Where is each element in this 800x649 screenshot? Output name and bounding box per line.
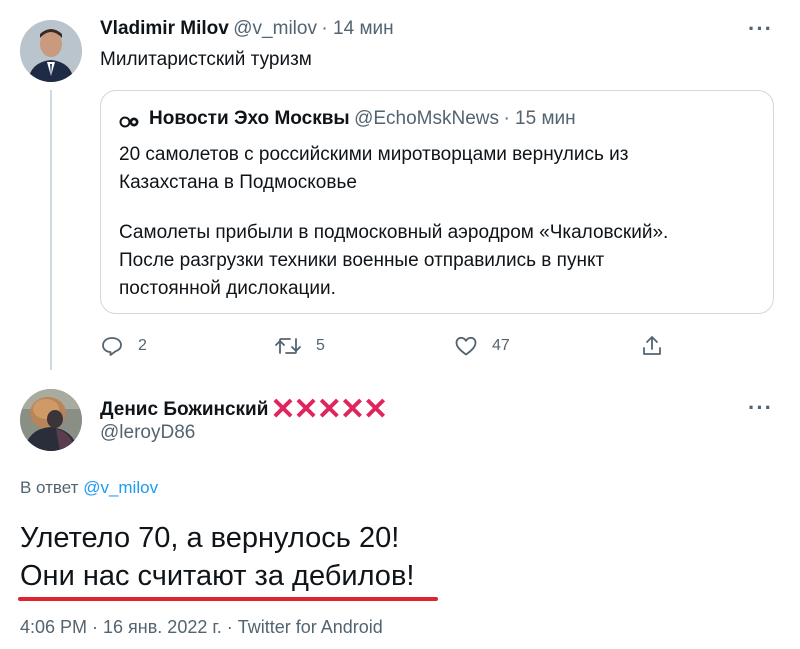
tweet1-header: Vladimir Milov @v_milov · 14 мин [100,18,394,40]
avatar-vladimir-milov[interactable] [20,20,82,82]
quote-time: · 15 мин [503,108,576,129]
author-name[interactable]: Vladimir Milov [100,18,229,39]
quote-source-name: Новости Эхо Москвы [149,108,350,129]
author-handle[interactable]: @leroyD86 [100,422,195,444]
red-underline [18,597,438,601]
like-icon [455,336,477,356]
reply-count: 2 [138,337,147,354]
tweet2-line1: Улетело 70, а вернулось 20! [20,522,400,554]
like-count: 47 [492,337,510,354]
more-icon[interactable]: ··· [748,395,773,421]
like-button[interactable]: 47 [454,334,510,358]
quote-paragraph-1: 20 самолетов с российскими миротворцами … [119,141,628,197]
avatar-denis-bozhinsky[interactable] [20,389,82,451]
quote-line: После разгрузки техники военные отправил… [119,250,605,271]
reply-context: В ответ @v_milov [20,478,158,498]
share-button[interactable] [640,334,664,358]
reply-prefix: В ответ [20,478,79,497]
reply-button[interactable]: 2 [100,334,147,358]
tweet2-meta[interactable]: 4:06 PM · 16 янв. 2022 г. · Twitter for … [20,617,383,638]
author-name[interactable]: Денис Божинский [100,399,268,421]
thread-line [50,90,52,370]
quote-line: Казахстана в Подмосковье [119,172,357,193]
quote-line: постоянной дислокации. [119,278,336,299]
author-handle[interactable]: @v_milov [233,18,317,39]
tweet-time[interactable]: · 14 мин [321,18,393,39]
share-icon [643,336,661,355]
quote-line: Самолеты прибыли в подмосковный аэродром… [119,222,669,243]
quoted-tweet-card[interactable]: Новости Эхо Москвы @EchoMskNews · 15 мин… [100,90,774,314]
reply-icon [102,337,122,356]
echo-logo-icon [119,115,141,128]
tweet2-line2: Они нас считают за дебилов! [20,560,415,592]
tweet1-text: Милитаристский туризм [100,49,312,70]
quote-header: Новости Эхо Москвы @EchoMskNews · 15 мин [149,108,576,130]
retweet-count: 5 [316,337,325,354]
quote-source-handle: @EchoMskNews [354,108,499,129]
reply-to-link[interactable]: @v_milov [83,478,158,497]
author-marks: ✕✕✕✕✕ [270,393,388,426]
quote-paragraph-2: Самолеты прибыли в подмосковный аэродром… [119,219,668,303]
more-icon[interactable]: ··· [748,16,773,42]
retweet-button[interactable]: 5 [274,334,325,358]
quote-line: 20 самолетов с российскими миротворцами … [119,144,629,165]
retweet-icon [275,338,301,354]
